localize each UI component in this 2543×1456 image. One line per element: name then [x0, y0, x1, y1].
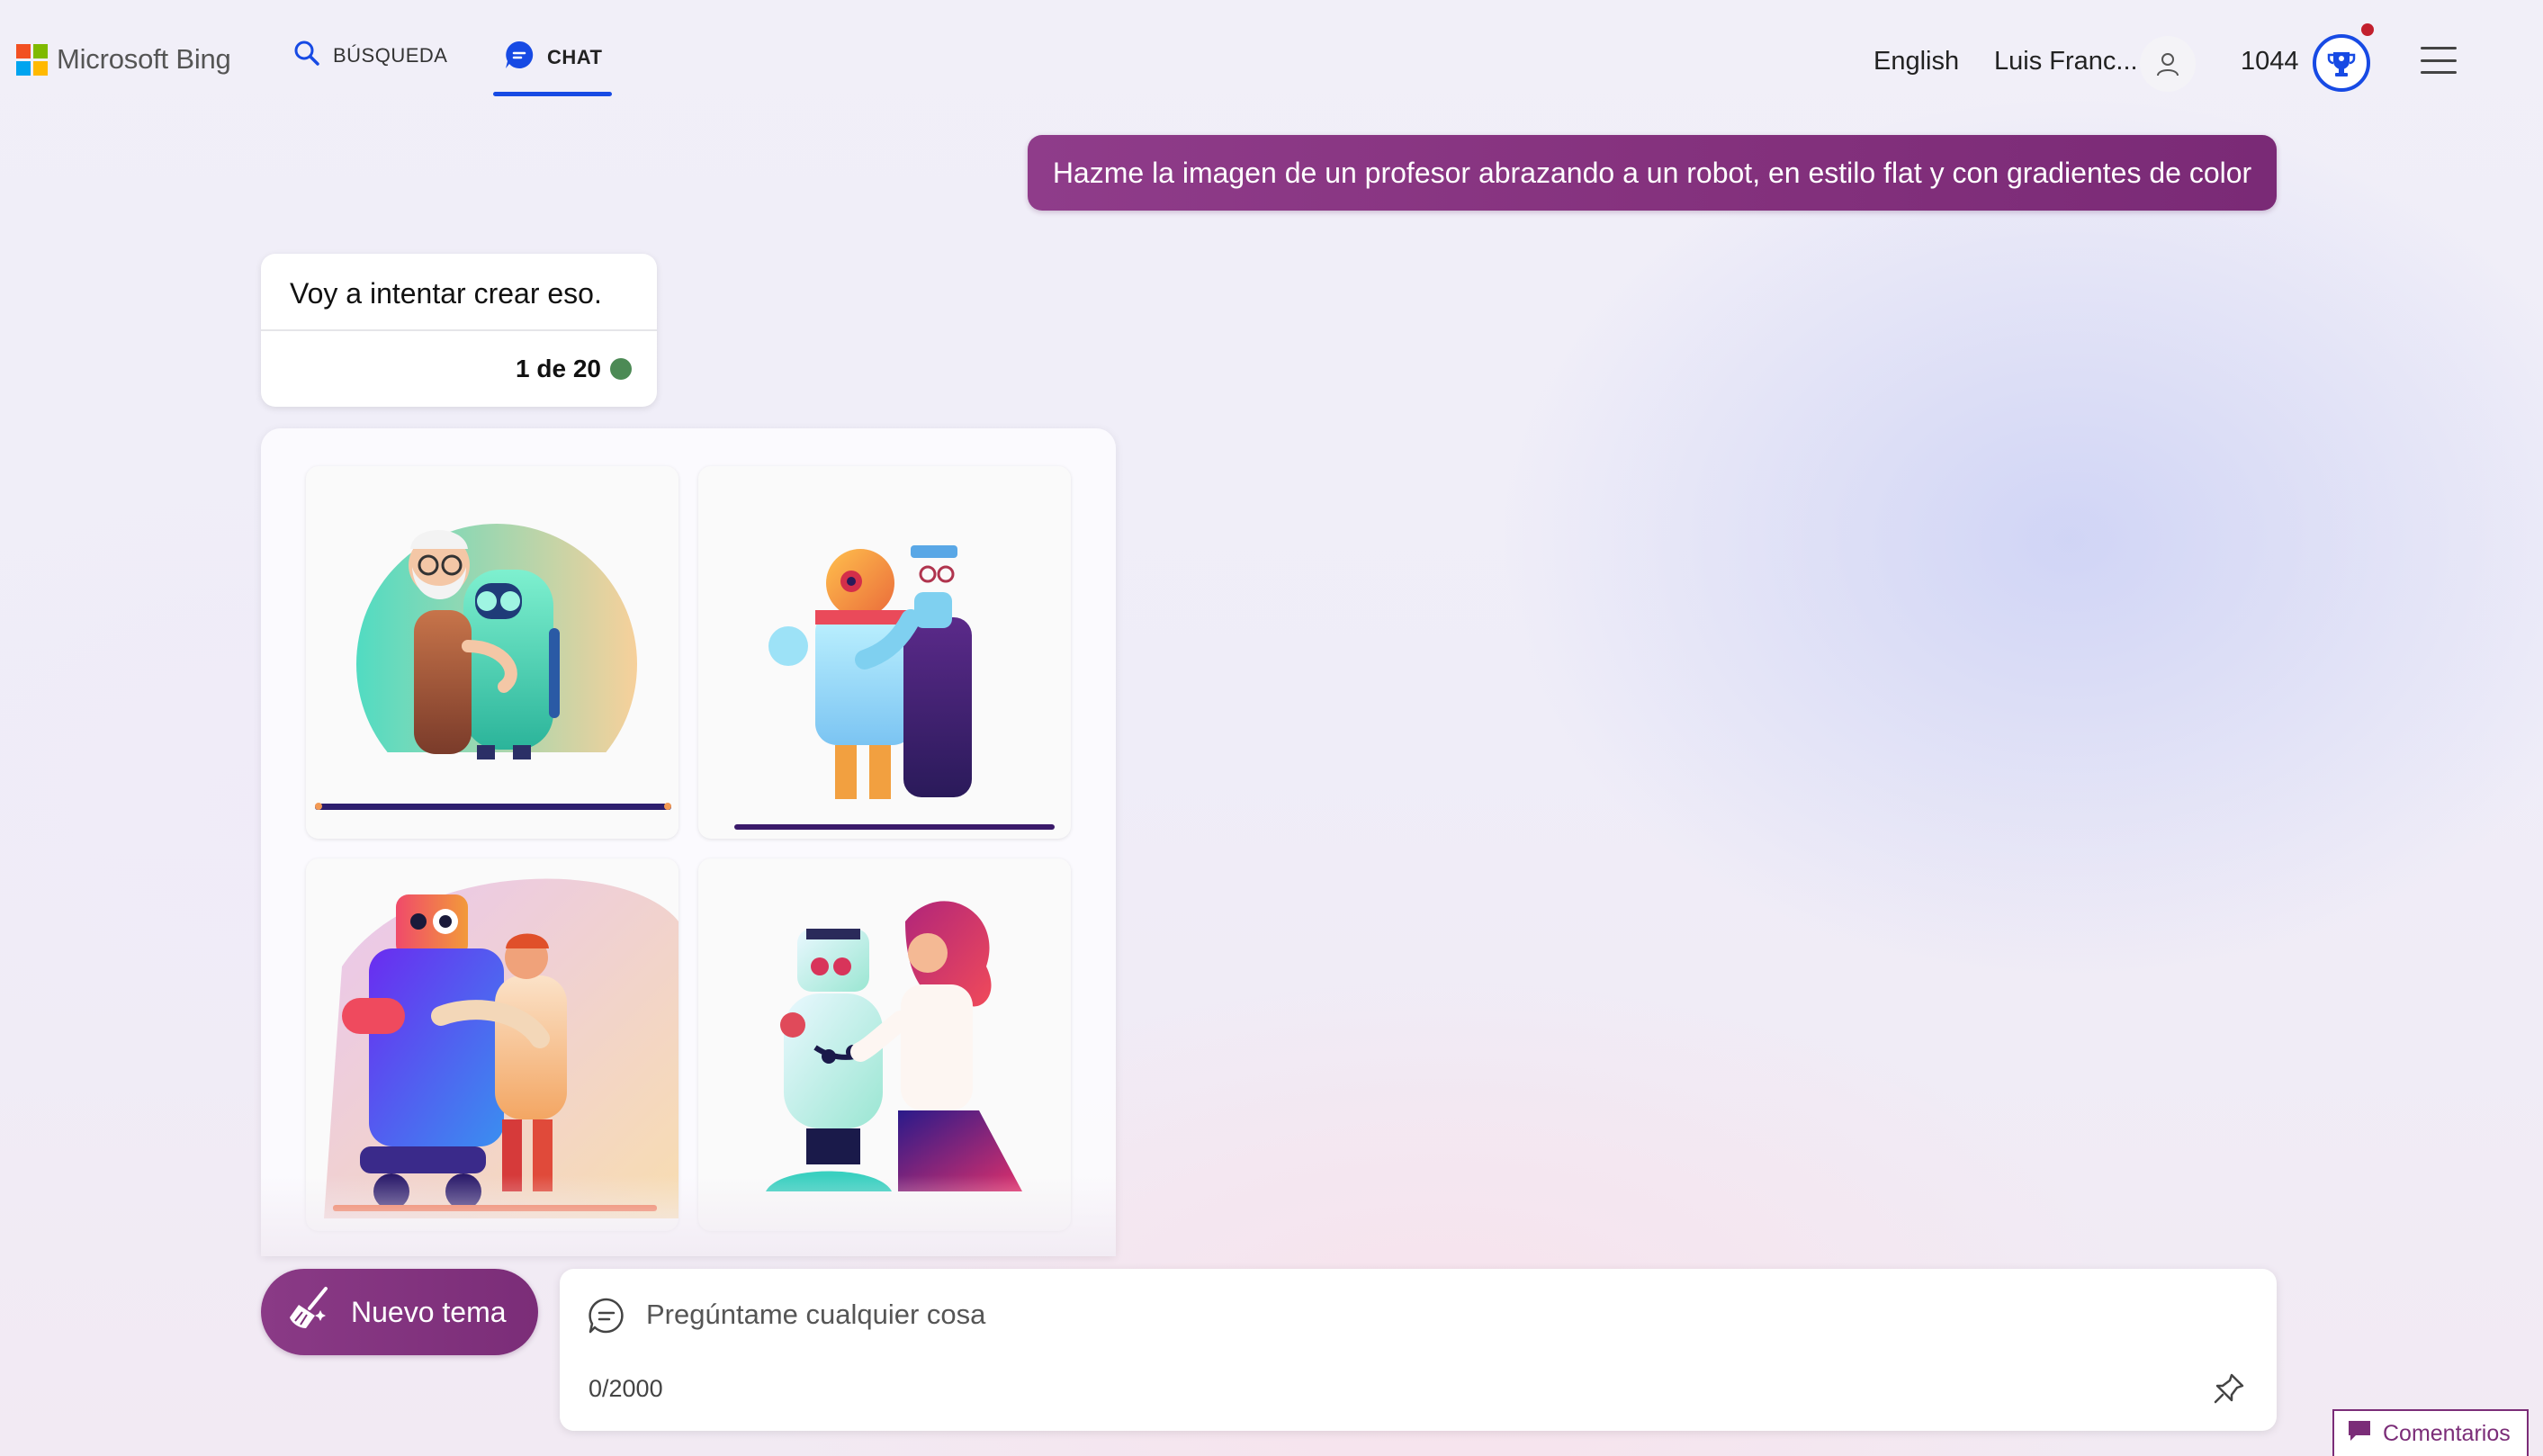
language-toggle[interactable]: English — [1874, 47, 1959, 76]
tab-chat-label: CHAT — [547, 46, 603, 68]
microsoft-logo-icon — [16, 43, 48, 76]
top-bar: Microsoft Bing BÚSQUEDA CHAT English Lui… — [0, 0, 2543, 126]
rewards-trophy-icon[interactable] — [2313, 34, 2370, 92]
feedback-icon — [2347, 1419, 2372, 1449]
tab-busqueda-label: BÚSQUEDA — [333, 44, 448, 67]
tab-chat[interactable]: CHAT — [504, 40, 602, 76]
chat-composer: 0/2000 — [560, 1269, 2277, 1431]
generated-image-4[interactable] — [698, 858, 1071, 1231]
feedback-label: Comentarios — [2383, 1420, 2511, 1446]
notification-dot — [2361, 23, 2374, 36]
avatar[interactable] — [2140, 36, 2196, 92]
generated-image-1[interactable] — [306, 466, 678, 839]
new-topic-label: Nuevo tema — [351, 1295, 507, 1328]
menu-icon[interactable] — [2421, 47, 2457, 74]
logo-text: Microsoft Bing — [57, 43, 231, 75]
chat-input[interactable] — [646, 1290, 2176, 1339]
user-message: Hazme la imagen de un profesor abrazando… — [1028, 135, 2277, 211]
user-icon — [2157, 53, 2179, 76]
active-tab-indicator — [493, 92, 612, 96]
pin-icon[interactable] — [2212, 1371, 2246, 1410]
turn-counter: 1 de 20 — [516, 355, 601, 382]
bing-logo[interactable]: Microsoft Bing — [16, 43, 231, 76]
broom-icon — [286, 1285, 333, 1339]
bot-message: Voy a intentar crear eso. 1 de 20 — [261, 254, 657, 407]
chat-bubble-icon — [504, 40, 535, 76]
bot-message-text: Voy a intentar crear eso. — [290, 277, 602, 310]
feedback-button[interactable]: Comentarios — [2332, 1409, 2529, 1456]
new-topic-button[interactable]: Nuevo tema — [261, 1269, 538, 1355]
tab-busqueda[interactable]: BÚSQUEDA — [293, 40, 447, 72]
status-dot-icon — [610, 358, 632, 380]
divider — [261, 329, 657, 331]
rewards-points[interactable]: 1044 — [2241, 47, 2299, 76]
user-name[interactable]: Luis Franc... — [1994, 47, 2138, 76]
generated-image-3[interactable] — [306, 858, 678, 1231]
chat-input-icon — [587, 1296, 626, 1340]
search-icon — [293, 40, 320, 72]
character-count: 0/2000 — [589, 1375, 663, 1402]
generated-image-2[interactable] — [698, 466, 1071, 839]
image-results-panel — [261, 428, 1116, 1256]
